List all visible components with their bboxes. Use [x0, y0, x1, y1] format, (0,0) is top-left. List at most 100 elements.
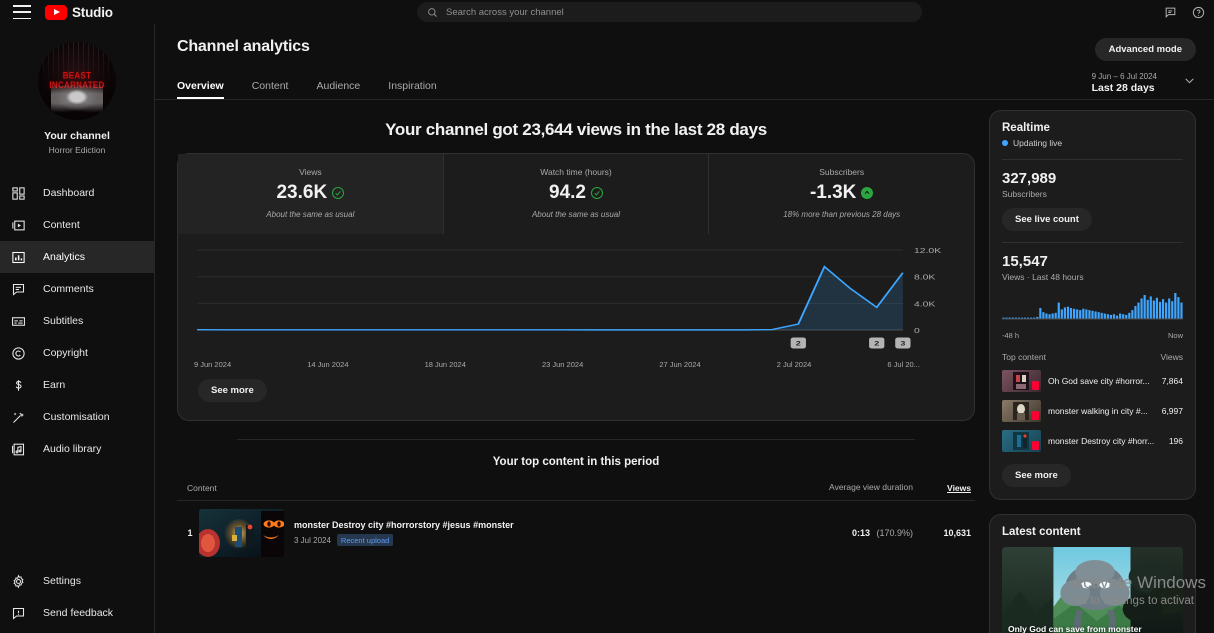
tab-inspiration[interactable]: Inspiration [388, 80, 436, 99]
avatar: BEAST INCARNATED [38, 42, 116, 120]
sidebar: BEAST INCARNATED Your channel Horror Edi… [0, 24, 155, 633]
list-item-title: Oh God save city #horror... [1048, 376, 1150, 386]
realtime-title: Realtime [1002, 122, 1050, 134]
chart-svg: 0 4.0K 8.0K 12.0K 2 2 3 [197, 246, 941, 349]
tab-overview[interactable]: Overview [177, 80, 224, 99]
hamburger-icon[interactable] [13, 5, 31, 19]
live-label: Updating live [1013, 138, 1063, 148]
status-badge-check-icon [332, 187, 345, 199]
send-feedback-icon [10, 605, 27, 622]
realtime-views-caption: Views · Last 48 hours [1002, 272, 1084, 282]
status-badge-up-icon [861, 187, 874, 199]
list-item[interactable]: monster walking in city #... 6,997 [1002, 400, 1183, 422]
sidebar-item-earn[interactable]: Earn [0, 369, 154, 401]
chart-x-axis: 9 Jun 2024 14 Jun 2024 18 Jun 2024 23 Ju… [186, 356, 964, 369]
metric-watch-time[interactable]: Watch time (hours) 94.2 About the same a… [442, 154, 709, 234]
x-tick-label: 14 Jun 2024 [307, 360, 349, 369]
sidebar-item-customisation[interactable]: Customisation [0, 401, 154, 433]
sidebar-bottom-nav: Settings Send feedback [0, 565, 154, 633]
metric-note: About the same as usual [266, 210, 355, 219]
sidebar-item-comments[interactable]: Comments [0, 273, 154, 305]
overview-headline: Your channel got 23,644 views in the las… [385, 120, 767, 139]
subtitles-icon [10, 313, 27, 330]
top-bar-actions [1162, 0, 1210, 24]
video-thumbnail [1002, 430, 1041, 452]
earn-icon [10, 377, 27, 394]
x-tick-label: 2 Jul 2024 [776, 360, 812, 369]
channel-block[interactable]: BEAST INCARNATED Your channel Horror Edi… [0, 24, 154, 169]
row-avg-view-duration: 0:13 (170.9%) [821, 528, 913, 538]
avd-percent: (170.9%) [876, 528, 913, 538]
sidebar-item-send-feedback[interactable]: Send feedback [0, 597, 154, 629]
channel-name: Horror Ediction [48, 145, 106, 155]
spark-start-label: -48 h [1002, 331, 1020, 340]
tab-audience[interactable]: Audience [316, 80, 360, 99]
svg-text:4.0K: 4.0K [914, 300, 935, 308]
video-thumbnail [1002, 400, 1041, 422]
sidebar-item-label: Audio library [43, 443, 102, 455]
sidebar-item-settings[interactable]: Settings [0, 565, 154, 597]
sidebar-item-dashboard[interactable]: Dashboard [0, 177, 154, 209]
views-chart[interactable]: 0 4.0K 8.0K 12.0K 2 2 3 9 Jun 2024 14 Jun 2024… [178, 234, 974, 420]
metric-value: 94.2 [549, 182, 586, 203]
top-content-table: Content Average view duration Views 1 mo… [177, 482, 975, 565]
content-columns: Your channel got 23,644 views in the las… [177, 100, 1196, 633]
list-item-title: monster walking in city #... [1048, 406, 1148, 416]
row-views: 10,631 [943, 528, 971, 538]
advanced-mode-button[interactable]: Advanced mode [1094, 38, 1196, 61]
search-input[interactable]: Search across your channel [417, 2, 922, 22]
right-column: Realtime Updating live 327,989 Subscribe… [989, 110, 1196, 633]
column-header-content: Content [187, 483, 217, 493]
tab-content[interactable]: Content [252, 80, 289, 99]
video-thumbnail [1002, 370, 1041, 392]
page-body: BEAST INCARNATED Your channel Horror Edi… [0, 24, 1214, 633]
latest-content-title: Latest content [1002, 526, 1081, 538]
studio-logo[interactable]: Studio [45, 4, 113, 20]
realtime-sparkline [1002, 293, 1183, 320]
video-thumbnail [199, 509, 284, 557]
see-live-count-button[interactable]: See live count [1002, 208, 1092, 231]
shorts-badge-icon [1032, 381, 1039, 390]
sidebar-nav: Dashboard Content Analytics Comments Sub… [0, 177, 154, 465]
overview-card: Views 23.6K About the same as usual Watc… [177, 153, 975, 421]
list-item-title: monster Destroy city #horr... [1048, 436, 1155, 446]
list-item[interactable]: Oh God save city #horror... 7,864 [1002, 370, 1183, 392]
channel-label: Your channel [44, 130, 110, 142]
realtime-top-content-header: Top content Views [1002, 352, 1183, 362]
feedback-icon[interactable] [1162, 4, 1178, 20]
realtime-card: Realtime Updating live 327,989 Subscribe… [989, 110, 1196, 500]
sidebar-item-label: Subtitles [43, 315, 84, 327]
chevron-down-icon [1183, 74, 1196, 92]
column-header-views[interactable]: Views [913, 483, 971, 493]
list-item[interactable]: monster Destroy city #horr... 196 [1002, 430, 1183, 452]
latest-video-thumbnail[interactable]: Only God can save from monster [1002, 547, 1183, 633]
left-column: Your channel got 23,644 views in the las… [177, 110, 975, 633]
customisation-icon [10, 409, 27, 426]
sidebar-item-label: Analytics [43, 251, 86, 263]
search-icon [428, 7, 437, 17]
analytics-tabs: Overview Content Audience Inspiration [177, 80, 437, 99]
x-tick-label: 9 Jun 2024 [194, 360, 232, 369]
metric-value-wrap: 23.6K [186, 182, 435, 204]
metric-value-wrap: -1.3K [717, 182, 966, 204]
live-dot-icon [1002, 140, 1008, 146]
sidebar-item-copyright[interactable]: Copyright [0, 337, 154, 369]
help-icon[interactable] [1190, 4, 1206, 20]
metric-views[interactable]: Views 23.6K About the same as usual [178, 154, 443, 234]
realtime-see-more-button[interactable]: See more [1002, 464, 1071, 487]
sidebar-item-content[interactable]: Content [0, 209, 154, 241]
svg-text:3: 3 [900, 340, 906, 347]
sidebar-item-audio-library[interactable]: Audio library [0, 433, 154, 465]
sidebar-item-subtitles[interactable]: Subtitles [0, 305, 154, 337]
date-range-selector[interactable]: 9 Jun – 6 Jul 2024 Last 28 days [1092, 71, 1196, 99]
metric-subscribers[interactable]: Subscribers -1.3K 18% more than previous… [708, 154, 974, 234]
sidebar-item-analytics[interactable]: Analytics [0, 241, 154, 273]
table-row[interactable]: 1 monster Destroy city #horrorstory #jes… [177, 501, 975, 565]
svg-text:2: 2 [874, 340, 880, 347]
comments-icon [10, 281, 27, 298]
divider [1002, 242, 1183, 243]
svg-text:2: 2 [796, 340, 802, 347]
see-more-button[interactable]: See more [198, 379, 267, 402]
column-header-avg-view-duration: Average view duration [829, 482, 913, 492]
